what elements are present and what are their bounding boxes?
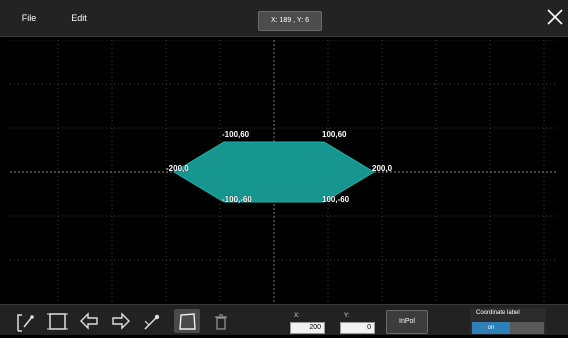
polygon-layer — [173, 141, 375, 203]
trash-icon — [215, 314, 227, 330]
coordinate-label-title: Coordinate label — [476, 310, 520, 316]
coordinate-label-toggle-on[interactable]: on — [472, 322, 510, 334]
undo-icon — [80, 312, 98, 330]
rectangle-tool-icon — [47, 313, 68, 330]
vertex-label: -200,0 — [166, 164, 189, 173]
redo-icon — [112, 312, 130, 330]
polygon-tool-button[interactable] — [174, 309, 200, 333]
inpol-button[interactable]: InPol — [386, 310, 428, 334]
x-field-label: X: — [294, 313, 300, 319]
y-field-label: Y: — [344, 313, 350, 319]
vertex-label: -100,-60 — [222, 195, 252, 204]
redo-button[interactable] — [108, 309, 134, 333]
y-input[interactable]: 0 — [340, 322, 375, 334]
draw-tool-icon — [17, 314, 34, 332]
rectangle-tool-button[interactable] — [44, 309, 70, 333]
vertex-label: -100,60 — [222, 130, 250, 139]
draw-tool-button[interactable] — [12, 309, 38, 333]
edit-vertex-icon — [144, 314, 160, 330]
coordinate-label-panel: Coordinate label on — [470, 308, 546, 334]
top-bar: File Edit X: 189 , Y: 6 — [0, 0, 568, 37]
delete-button[interactable] — [208, 309, 234, 333]
file-menu[interactable]: File — [8, 7, 50, 29]
coordinate-label-toggle-off[interactable] — [510, 322, 544, 334]
polygon-tool-icon — [179, 313, 196, 330]
vertex-label: 100,60 — [322, 130, 347, 139]
edit-vertex-button[interactable] — [140, 309, 166, 333]
x-input[interactable]: 200 — [290, 322, 325, 334]
vertex-label: 100,-60 — [322, 195, 350, 204]
polygon-shape[interactable] — [173, 141, 375, 203]
vertex-label: 200,0 — [372, 164, 393, 173]
close-button[interactable] — [545, 6, 565, 28]
drawing-canvas[interactable]: -100,60 100,60 200,0 100,-60 -100,-60 -200,0 — [10, 40, 558, 302]
edit-menu[interactable]: Edit — [58, 7, 100, 29]
close-icon — [547, 9, 563, 25]
cursor-coordinate-readout: X: 189 , Y: 6 — [258, 11, 322, 31]
undo-button[interactable] — [76, 309, 102, 333]
